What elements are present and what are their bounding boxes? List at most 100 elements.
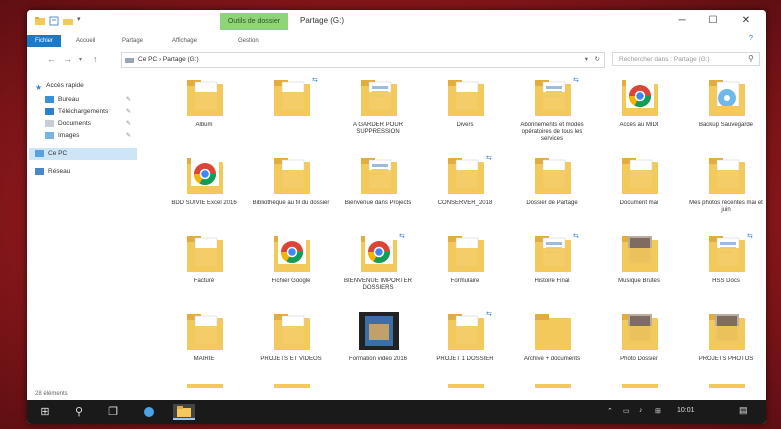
maximize-button[interactable]: ☐ [701,13,725,29]
file-item[interactable]: ⇆ [252,76,330,148]
tab-manage[interactable]: Gestion [233,35,264,47]
file-item[interactable]: Formulaire [426,232,504,304]
file-explorer-taskbar-icon[interactable] [173,404,195,420]
help-icon[interactable]: ? [749,35,753,42]
file-item-label: Formation video 2016 [348,356,408,362]
file-item[interactable]: Musique Brutes [600,232,678,304]
recent-locations-icon[interactable]: ▾ [79,56,82,63]
file-item[interactable]: Photo Dossier [600,310,678,382]
file-item-label: Album [195,122,213,128]
chrome-shortcut-icon [274,236,310,272]
search-icon[interactable]: ⚲ [748,54,754,63]
file-item[interactable]: Facturé [165,232,243,304]
network-icon [35,167,44,175]
star-icon: ★ [35,82,43,92]
file-item[interactable]: Dossier de Partage [513,154,591,226]
nav-documents[interactable]: Documents ✎ [45,118,135,130]
properties-icon[interactable] [49,16,59,26]
notifications-icon[interactable]: ▤ [739,405,748,416]
folder-icon [535,314,571,350]
nav-desktop[interactable]: Bureau ✎ [45,94,135,106]
file-item[interactable]: ⇆ Histoire Final [513,232,591,304]
edge-icon[interactable] [141,404,157,420]
start-button[interactable]: ⊞ [37,404,53,420]
minimize-button[interactable]: ─ [670,13,694,29]
address-dropdown-icon[interactable]: ▾ [585,53,588,67]
sync-status-icon: ⇆ [399,233,405,240]
file-item[interactable]: ⇆ HSS Docs [687,232,765,304]
folder-icon [709,314,745,350]
new-folder-icon[interactable] [63,16,73,26]
nav-network[interactable]: Réseau [35,166,135,178]
folder-icon [535,80,571,116]
pin-icon: ✎ [125,109,131,115]
file-item[interactable]: BDD SUIVIE Excel 2016 [165,154,243,226]
video-thumbnail-icon [359,312,399,350]
file-item-label: BIENVENUE IMPORTER DOSSIERS [344,278,412,291]
file-item-label: PROJETS ET VIDEOS [260,356,322,362]
file-item[interactable]: Accès au MIDI [600,76,678,148]
tab-file[interactable]: Fichier [27,35,61,47]
file-item-label: Histoire Final [534,278,570,284]
up-button[interactable]: ↑ [93,54,98,64]
task-view-button[interactable]: ❐ [105,404,121,420]
folder-icon [535,236,571,272]
file-item[interactable]: Backup Sauvegarde [687,76,765,148]
file-item[interactable]: ⇆ CONSERVER_2018 [426,154,504,226]
file-item[interactable]: Fichier Google [252,232,330,304]
forward-button[interactable]: → [63,54,72,64]
pin-icon: ✎ [125,121,131,127]
language-tray-icon[interactable]: ⊞ [655,407,661,415]
file-item[interactable]: Album [165,76,243,148]
folder-icon [187,236,223,272]
network-tray-icon[interactable]: ▭ [623,407,630,415]
file-item[interactable]: PROJETS PHOTOS [687,310,765,382]
search-input[interactable]: Rechercher dans : Partage (G:) [612,52,760,66]
file-item[interactable]: PROJETS ET VIDEOS [252,310,330,382]
file-item[interactable]: MAIRIE [165,310,243,382]
context-tab-folder-tools[interactable]: Outils de dossier [220,13,288,30]
customize-toolbar-icon[interactable]: ▾ [77,15,87,25]
file-item[interactable]: Formation video 2016 [339,310,417,382]
nav-label: Accès rapide [46,82,84,89]
close-button[interactable]: ✕ [734,13,758,29]
nav-downloads[interactable]: Téléchargements ✎ [45,106,135,118]
tab-home[interactable]: Accueil [71,35,100,47]
file-item[interactable]: ⇆ PROJET 1 DOSSIER [426,310,504,382]
address-box[interactable]: Ce PC › Partage (G:) ▾ ↻ [121,52,605,68]
file-item-label: Fichier Google [271,278,311,284]
search-button[interactable]: ⚲ [71,404,87,420]
clock[interactable]: 10:01 [677,407,695,414]
folder-icon [361,158,397,194]
file-item[interactable]: Bibliothèque au fil du dossier [252,154,330,226]
file-item-label: MAIRIE [193,356,215,362]
nav-quick-access[interactable]: ★ Accès rapide [35,80,135,92]
file-item[interactable]: A GARDER POUR SUPPRESSION [339,76,417,148]
file-item-label: Bibliothèque au fil du dossier [252,200,330,206]
file-item[interactable]: Archive + documents [513,310,591,382]
back-button[interactable]: ← [47,54,56,64]
nav-pictures[interactable]: Images ✎ [45,130,135,142]
file-item[interactable]: Bienvenue dans Projects [339,154,417,226]
tray-chevron-icon[interactable]: ⌃ [607,407,613,415]
nav-this-pc[interactable]: Ce PC [29,148,137,160]
file-item[interactable]: ⇆ BIENVENUE IMPORTER DOSSIERS [339,232,417,304]
file-item[interactable]: Divers [426,76,504,148]
refresh-button[interactable]: ↻ [595,53,600,67]
pin-icon: ✎ [125,133,131,139]
volume-tray-icon[interactable]: ♪ [639,407,643,414]
file-item[interactable]: Document mai [600,154,678,226]
nav-label: Téléchargements [58,108,109,115]
chrome-shortcut-icon [187,158,223,194]
tab-view[interactable]: Affichage [167,35,202,47]
file-item-label: Divers [456,122,474,128]
file-item[interactable]: ⇆ Abonnements et modes opératoires de tou… [513,76,591,148]
file-item[interactable]: Mes photos récentes mai et juin [687,154,765,226]
file-item-label: Formulaire [450,278,480,284]
file-item-label: Accès au MIDI [619,122,659,128]
file-item-label: Mes photos récentes mai et juin [689,200,763,213]
tab-share[interactable]: Partage [117,35,148,47]
folder-icon [448,236,484,272]
file-item-label: Backup Sauvegarde [698,122,754,128]
folder-icon [361,80,397,116]
